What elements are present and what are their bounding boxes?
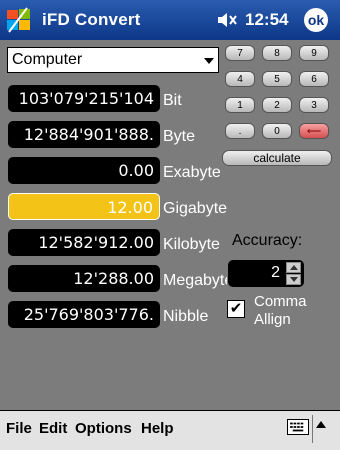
menu-divider [312,415,313,443]
unit-row-byte: 12'884'901'888. Byte [0,121,230,149]
unit-row-bit: 103'079'215'104 Bit [0,85,230,113]
key-8[interactable]: 8 [262,45,292,61]
comma-align-label-line2: Allign [254,311,291,328]
category-select[interactable]: Computer [7,47,219,73]
bit-unit-label: Bit [163,92,182,109]
unit-row-gigabyte: 12.00 Gigabyte [0,193,230,221]
menu-file[interactable]: File [6,420,32,437]
app-title: iFD Convert [42,10,141,29]
unit-row-nibble: 25'769'803'776. Nibble [0,301,230,329]
speaker-icon[interactable] [216,11,238,29]
megabyte-unit-label: Megabyte [163,272,227,289]
kilobyte-unit-label: Kilobyte [163,236,220,253]
stepper-down-icon[interactable] [286,274,301,285]
key-2[interactable]: 2 [262,97,292,113]
accuracy-label: Accuracy: [232,232,303,249]
byte-unit-label: Byte [163,128,196,145]
menu-bar: File Edit Options Help [0,410,340,450]
unit-row-megabyte: 12'288.00 Megabyte [0,265,230,293]
chevron-up-icon[interactable] [316,421,326,428]
unit-row-exabyte: 0.00 Exabyte [0,157,230,185]
gigabyte-unit-label: Gigabyte [163,200,227,217]
key-4[interactable]: 4 [225,71,255,87]
comma-align-checkbox[interactable]: ✔ [227,300,245,318]
ok-button[interactable]: ok [304,8,328,32]
calculate-button[interactable]: calculate [222,150,332,166]
exabyte-unit-label: Exabyte [163,164,221,181]
nibble-unit-label: Nibble [163,308,209,325]
gigabyte-value-field[interactable]: 12.00 [8,193,160,220]
key-7[interactable]: 7 [225,45,255,61]
backspace-icon[interactable]: ⟵ [299,123,329,139]
unit-row-kilobyte: 12'582'912.00 Kilobyte [0,229,230,257]
comma-align-label-line1: Comma [254,293,307,310]
key-6[interactable]: 6 [299,71,329,87]
stepper-up-icon[interactable] [286,262,301,273]
title-bar: iFD Convert 12:54 ok [0,0,340,40]
menu-options[interactable]: Options [75,420,132,437]
key-9[interactable]: 9 [299,45,329,61]
accuracy-stepper[interactable]: 2 [228,260,304,287]
byte-value-field[interactable]: 12'884'901'888. [8,121,160,148]
windows-start-icon[interactable] [5,6,33,34]
key-3[interactable]: 3 [299,97,329,113]
key-decimal[interactable]: . [225,123,255,139]
chevron-down-icon[interactable] [204,58,214,64]
category-select-value: Computer [12,51,83,68]
keyboard-icon[interactable] [287,419,309,435]
menu-help[interactable]: Help [141,420,174,437]
nibble-value-field[interactable]: 25'769'803'776. [8,301,160,328]
bit-value-field[interactable]: 103'079'215'104 [8,85,160,112]
key-0[interactable]: 0 [262,123,292,139]
kilobyte-value-field[interactable]: 12'582'912.00 [8,229,160,256]
key-1[interactable]: 1 [225,97,255,113]
key-5[interactable]: 5 [262,71,292,87]
clock[interactable]: 12:54 [245,10,288,30]
accuracy-value[interactable]: 2 [228,264,280,282]
converter-panel: Computer 103'079'215'104 Bit 12'884'901'… [0,40,340,410]
menu-edit[interactable]: Edit [39,420,67,437]
comma-align-label[interactable]: Comma Allign [254,293,307,329]
megabyte-value-field[interactable]: 12'288.00 [8,265,160,292]
exabyte-value-field[interactable]: 0.00 [8,157,160,184]
